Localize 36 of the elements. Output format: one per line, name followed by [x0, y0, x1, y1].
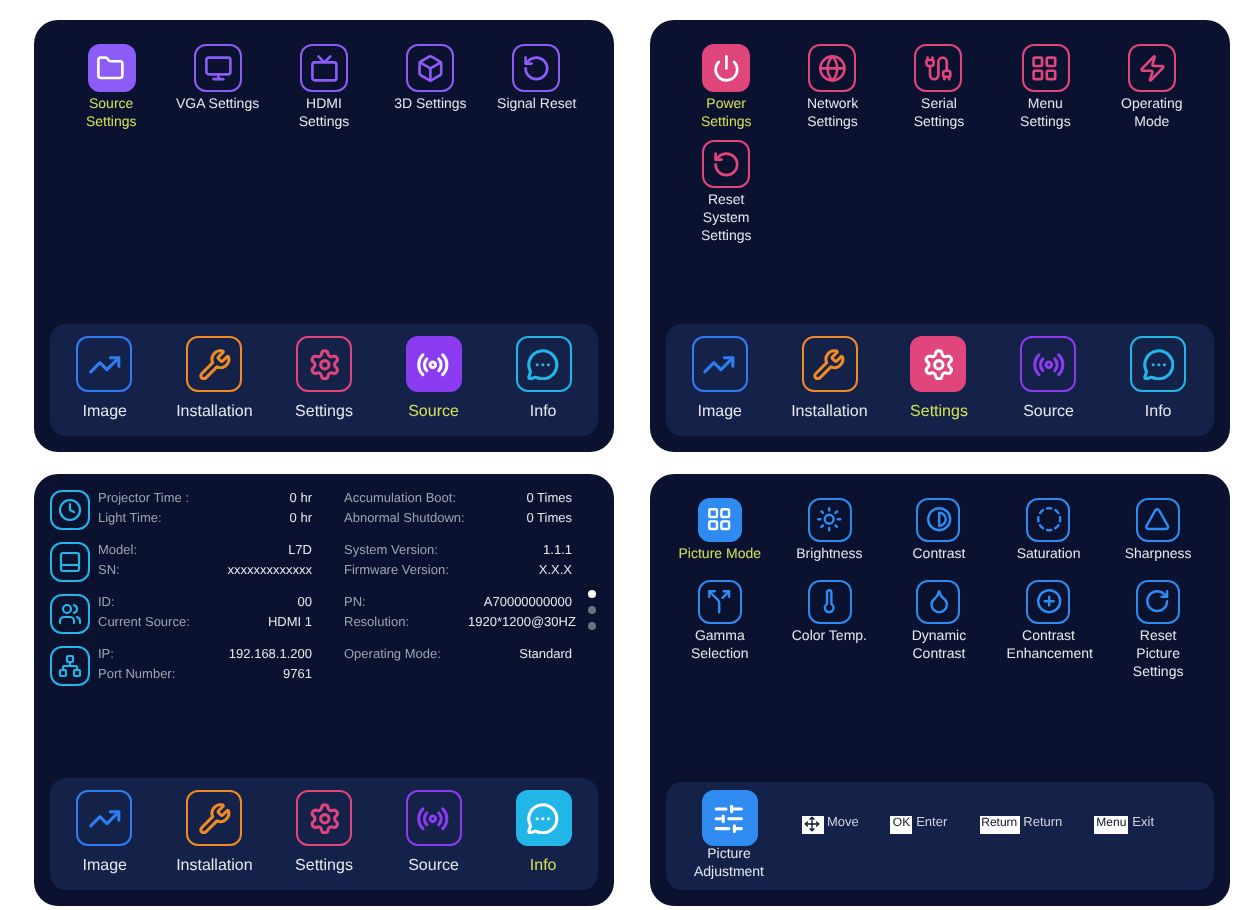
- nav-tab[interactable]: Image: [52, 790, 157, 878]
- network-icon: [50, 646, 90, 686]
- nav-tab[interactable]: Source: [381, 790, 486, 878]
- settings-icon: [910, 336, 967, 392]
- nav-tab[interactable]: Image: [667, 336, 772, 424]
- nav-tab[interactable]: Installation: [162, 790, 267, 878]
- nav-tab[interactable]: Settings: [271, 790, 376, 878]
- signal-icon: [405, 790, 462, 846]
- nav-tab[interactable]: Image: [52, 336, 157, 424]
- chat-icon: [515, 790, 572, 846]
- settings-icon: [295, 790, 352, 846]
- nav-tab[interactable]: Settings: [886, 336, 991, 424]
- nav-tab[interactable]: Settings: [271, 336, 376, 424]
- nav-tab[interactable]: Info: [1106, 336, 1211, 424]
- nav-tab[interactable]: Source: [381, 336, 486, 424]
- chart-icon: [76, 790, 133, 846]
- clock-icon: [50, 490, 90, 530]
- wrench-icon: [186, 790, 243, 846]
- users-icon: [50, 594, 90, 634]
- nav-tab[interactable]: Info: [491, 336, 596, 424]
- signal-icon: [1020, 336, 1077, 392]
- signal-icon: [405, 336, 462, 392]
- settings-icon: [295, 336, 352, 392]
- nav-tab[interactable]: Source: [996, 336, 1101, 424]
- nav-tab[interactable]: Installation: [777, 336, 882, 424]
- chat-icon: [515, 336, 572, 392]
- chat-icon: [1130, 336, 1187, 392]
- nav-tab[interactable]: Installation: [162, 336, 267, 424]
- wrench-icon: [186, 336, 243, 392]
- wrench-icon: [801, 336, 858, 392]
- sliders-icon: [701, 790, 757, 846]
- nav-tab[interactable]: Info: [491, 790, 596, 878]
- chart-icon: [76, 336, 133, 392]
- display-icon: [50, 542, 90, 582]
- arrow-keys-icon: [801, 815, 823, 833]
- chart-icon: [691, 336, 748, 392]
